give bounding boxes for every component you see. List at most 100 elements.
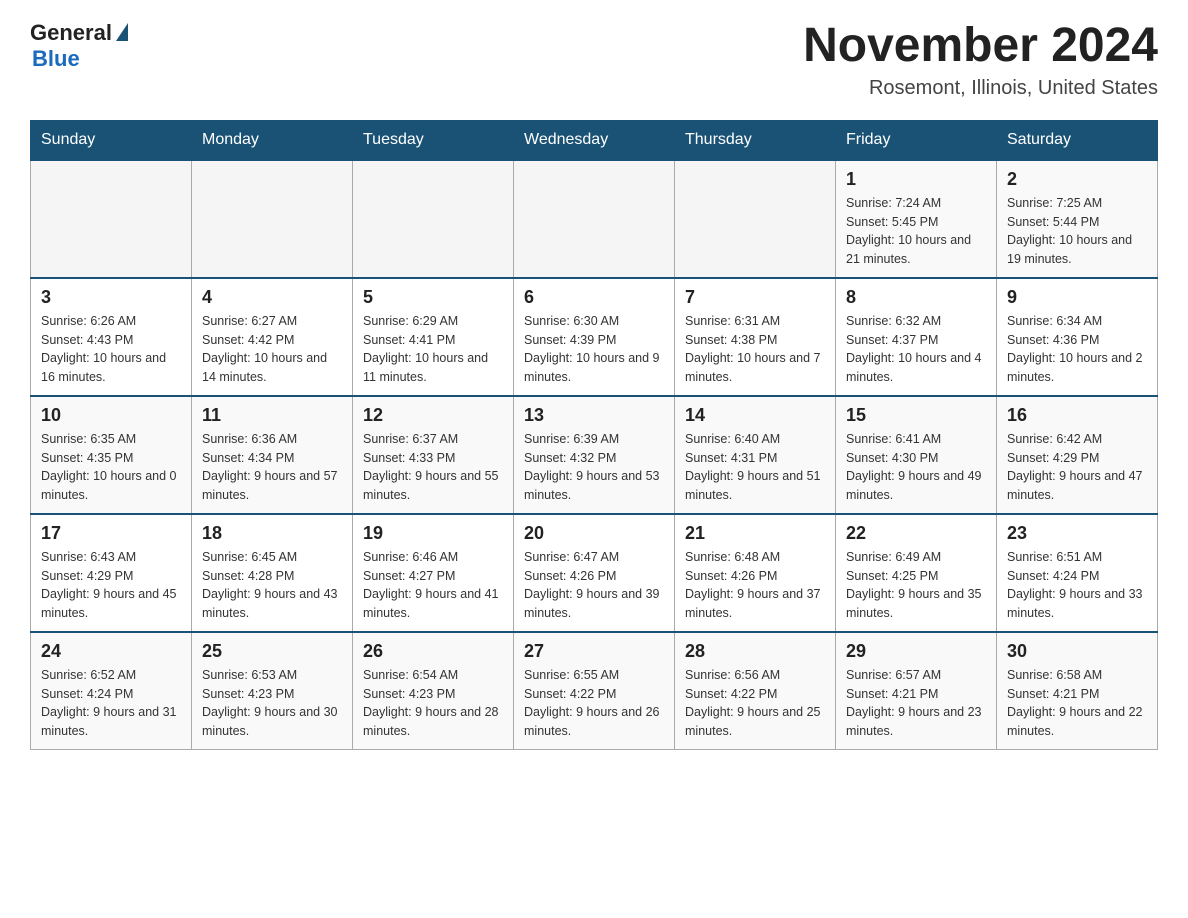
calendar-day-cell: 24Sunrise: 6:52 AMSunset: 4:24 PMDayligh…: [31, 632, 192, 750]
calendar-day-cell: 8Sunrise: 6:32 AMSunset: 4:37 PMDaylight…: [836, 278, 997, 396]
calendar-day-cell: [514, 160, 675, 278]
day-number: 3: [41, 287, 181, 308]
day-info: Sunrise: 6:35 AMSunset: 4:35 PMDaylight:…: [41, 430, 181, 505]
day-info: Sunrise: 6:48 AMSunset: 4:26 PMDaylight:…: [685, 548, 825, 623]
day-number: 24: [41, 641, 181, 662]
calendar-weekday-header: Monday: [192, 120, 353, 160]
day-number: 7: [685, 287, 825, 308]
day-number: 13: [524, 405, 664, 426]
calendar-day-cell: 26Sunrise: 6:54 AMSunset: 4:23 PMDayligh…: [353, 632, 514, 750]
day-info: Sunrise: 6:56 AMSunset: 4:22 PMDaylight:…: [685, 666, 825, 741]
day-info: Sunrise: 6:36 AMSunset: 4:34 PMDaylight:…: [202, 430, 342, 505]
day-number: 12: [363, 405, 503, 426]
calendar-day-cell: 18 Sunrise: 6:45 AMSunset: 4:28 PMDayligh…: [192, 514, 353, 632]
day-info: Sunrise: 6:58 AMSunset: 4:21 PMDaylight:…: [1007, 666, 1147, 741]
calendar-day-cell: 4 Sunrise: 6:27 AMSunset: 4:42 PMDaylight…: [192, 278, 353, 396]
calendar-day-cell: 12 Sunrise: 6:37 AMSunset: 4:33 PMDayligh…: [353, 396, 514, 514]
calendar-day-cell: 25 Sunrise: 6:53 AMSunset: 4:23 PMDayligh…: [192, 632, 353, 750]
day-number: 4: [202, 287, 342, 308]
calendar-day-cell: 1 Sunrise: 7:24 AMSunset: 5:45 PMDaylight…: [836, 160, 997, 278]
day-number: 9: [1007, 287, 1147, 308]
day-number: 1: [846, 169, 986, 190]
calendar-day-cell: 23Sunrise: 6:51 AMSunset: 4:24 PMDayligh…: [997, 514, 1158, 632]
day-info: Sunrise: 6:55 AMSunset: 4:22 PMDaylight:…: [524, 666, 664, 741]
day-info: Sunrise: 6:45 AMSunset: 4:28 PMDaylight:…: [202, 548, 342, 623]
day-info: Sunrise: 6:39 AMSunset: 4:32 PMDaylight:…: [524, 430, 664, 505]
logo-triangle-icon: [116, 23, 128, 41]
day-info: Sunrise: 6:43 AMSunset: 4:29 PMDaylight:…: [41, 548, 181, 623]
day-number: 22: [846, 523, 986, 544]
calendar-weekday-header: Sunday: [31, 120, 192, 160]
calendar-day-cell: [192, 160, 353, 278]
calendar-day-cell: 6 Sunrise: 6:30 AMSunset: 4:39 PMDaylight…: [514, 278, 675, 396]
day-info: Sunrise: 6:37 AMSunset: 4:33 PMDaylight:…: [363, 430, 503, 505]
calendar-day-cell: [353, 160, 514, 278]
calendar-weekday-header: Tuesday: [353, 120, 514, 160]
day-info: Sunrise: 6:46 AMSunset: 4:27 PMDaylight:…: [363, 548, 503, 623]
day-info: Sunrise: 6:47 AMSunset: 4:26 PMDaylight:…: [524, 548, 664, 623]
day-info: Sunrise: 6:54 AMSunset: 4:23 PMDaylight:…: [363, 666, 503, 741]
day-info: Sunrise: 6:31 AMSunset: 4:38 PMDaylight:…: [685, 312, 825, 387]
calendar-header-row: SundayMondayTuesdayWednesdayThursdayFrid…: [31, 120, 1158, 160]
calendar-day-cell: 14 Sunrise: 6:40 AMSunset: 4:31 PMDayligh…: [675, 396, 836, 514]
calendar-day-cell: 27 Sunrise: 6:55 AMSunset: 4:22 PMDayligh…: [514, 632, 675, 750]
calendar-day-cell: 19 Sunrise: 6:46 AMSunset: 4:27 PMDayligh…: [353, 514, 514, 632]
day-number: 21: [685, 523, 825, 544]
day-info: Sunrise: 6:42 AMSunset: 4:29 PMDaylight:…: [1007, 430, 1147, 505]
day-info: Sunrise: 7:25 AMSunset: 5:44 PMDaylight:…: [1007, 194, 1147, 269]
calendar-weekday-header: Thursday: [675, 120, 836, 160]
day-info: Sunrise: 6:29 AMSunset: 4:41 PMDaylight:…: [363, 312, 503, 387]
day-info: Sunrise: 7:24 AMSunset: 5:45 PMDaylight:…: [846, 194, 986, 269]
calendar-day-cell: 13 Sunrise: 6:39 AMSunset: 4:32 PMDayligh…: [514, 396, 675, 514]
day-info: Sunrise: 6:49 AMSunset: 4:25 PMDaylight:…: [846, 548, 986, 623]
calendar-day-cell: 7 Sunrise: 6:31 AMSunset: 4:38 PMDaylight…: [675, 278, 836, 396]
day-info: Sunrise: 6:40 AMSunset: 4:31 PMDaylight:…: [685, 430, 825, 505]
logo-blue-text: Blue: [32, 46, 80, 72]
calendar-day-cell: 22 Sunrise: 6:49 AMSunset: 4:25 PMDayligh…: [836, 514, 997, 632]
calendar-day-cell: 3 Sunrise: 6:26 AMSunset: 4:43 PMDaylight…: [31, 278, 192, 396]
page-header: General Blue November 2024 Rosemont, Ill…: [30, 20, 1158, 100]
calendar-day-cell: 20Sunrise: 6:47 AMSunset: 4:26 PMDayligh…: [514, 514, 675, 632]
calendar-week-row: 3 Sunrise: 6:26 AMSunset: 4:43 PMDaylight…: [31, 278, 1158, 396]
day-number: 14: [685, 405, 825, 426]
day-number: 10: [41, 405, 181, 426]
day-info: Sunrise: 6:27 AMSunset: 4:42 PMDaylight:…: [202, 312, 342, 387]
calendar-day-cell: 21 Sunrise: 6:48 AMSunset: 4:26 PMDayligh…: [675, 514, 836, 632]
day-number: 29: [846, 641, 986, 662]
day-number: 23: [1007, 523, 1147, 544]
calendar-day-cell: 28 Sunrise: 6:56 AMSunset: 4:22 PMDayligh…: [675, 632, 836, 750]
title-block: November 2024 Rosemont, Illinois, United…: [803, 20, 1158, 100]
calendar-weekday-header: Wednesday: [514, 120, 675, 160]
day-info: Sunrise: 6:41 AMSunset: 4:30 PMDaylight:…: [846, 430, 986, 505]
day-number: 30: [1007, 641, 1147, 662]
day-number: 28: [685, 641, 825, 662]
calendar-day-cell: [31, 160, 192, 278]
day-number: 27: [524, 641, 664, 662]
day-info: Sunrise: 6:30 AMSunset: 4:39 PMDaylight:…: [524, 312, 664, 387]
calendar-day-cell: 15 Sunrise: 6:41 AMSunset: 4:30 PMDayligh…: [836, 396, 997, 514]
calendar-day-cell: 9Sunrise: 6:34 AMSunset: 4:36 PMDaylight…: [997, 278, 1158, 396]
logo-general-text: General: [30, 20, 112, 46]
calendar-day-cell: 11Sunrise: 6:36 AMSunset: 4:34 PMDayligh…: [192, 396, 353, 514]
day-number: 25: [202, 641, 342, 662]
calendar-weekday-header: Saturday: [997, 120, 1158, 160]
calendar-day-cell: 17 Sunrise: 6:43 AMSunset: 4:29 PMDayligh…: [31, 514, 192, 632]
calendar-title: November 2024: [803, 20, 1158, 73]
day-number: 18: [202, 523, 342, 544]
calendar-day-cell: 29Sunrise: 6:57 AMSunset: 4:21 PMDayligh…: [836, 632, 997, 750]
day-number: 17: [41, 523, 181, 544]
day-number: 19: [363, 523, 503, 544]
calendar-weekday-header: Friday: [836, 120, 997, 160]
day-number: 5: [363, 287, 503, 308]
calendar-day-cell: 5 Sunrise: 6:29 AMSunset: 4:41 PMDaylight…: [353, 278, 514, 396]
calendar-week-row: 17 Sunrise: 6:43 AMSunset: 4:29 PMDayligh…: [31, 514, 1158, 632]
calendar-week-row: 1 Sunrise: 7:24 AMSunset: 5:45 PMDaylight…: [31, 160, 1158, 278]
calendar-day-cell: 2Sunrise: 7:25 AMSunset: 5:44 PMDaylight…: [997, 160, 1158, 278]
day-info: Sunrise: 6:53 AMSunset: 4:23 PMDaylight:…: [202, 666, 342, 741]
logo[interactable]: General Blue: [30, 20, 128, 72]
calendar-week-row: 10 Sunrise: 6:35 AMSunset: 4:35 PMDayligh…: [31, 396, 1158, 514]
day-info: Sunrise: 6:32 AMSunset: 4:37 PMDaylight:…: [846, 312, 986, 387]
day-number: 6: [524, 287, 664, 308]
day-info: Sunrise: 6:26 AMSunset: 4:43 PMDaylight:…: [41, 312, 181, 387]
day-number: 15: [846, 405, 986, 426]
